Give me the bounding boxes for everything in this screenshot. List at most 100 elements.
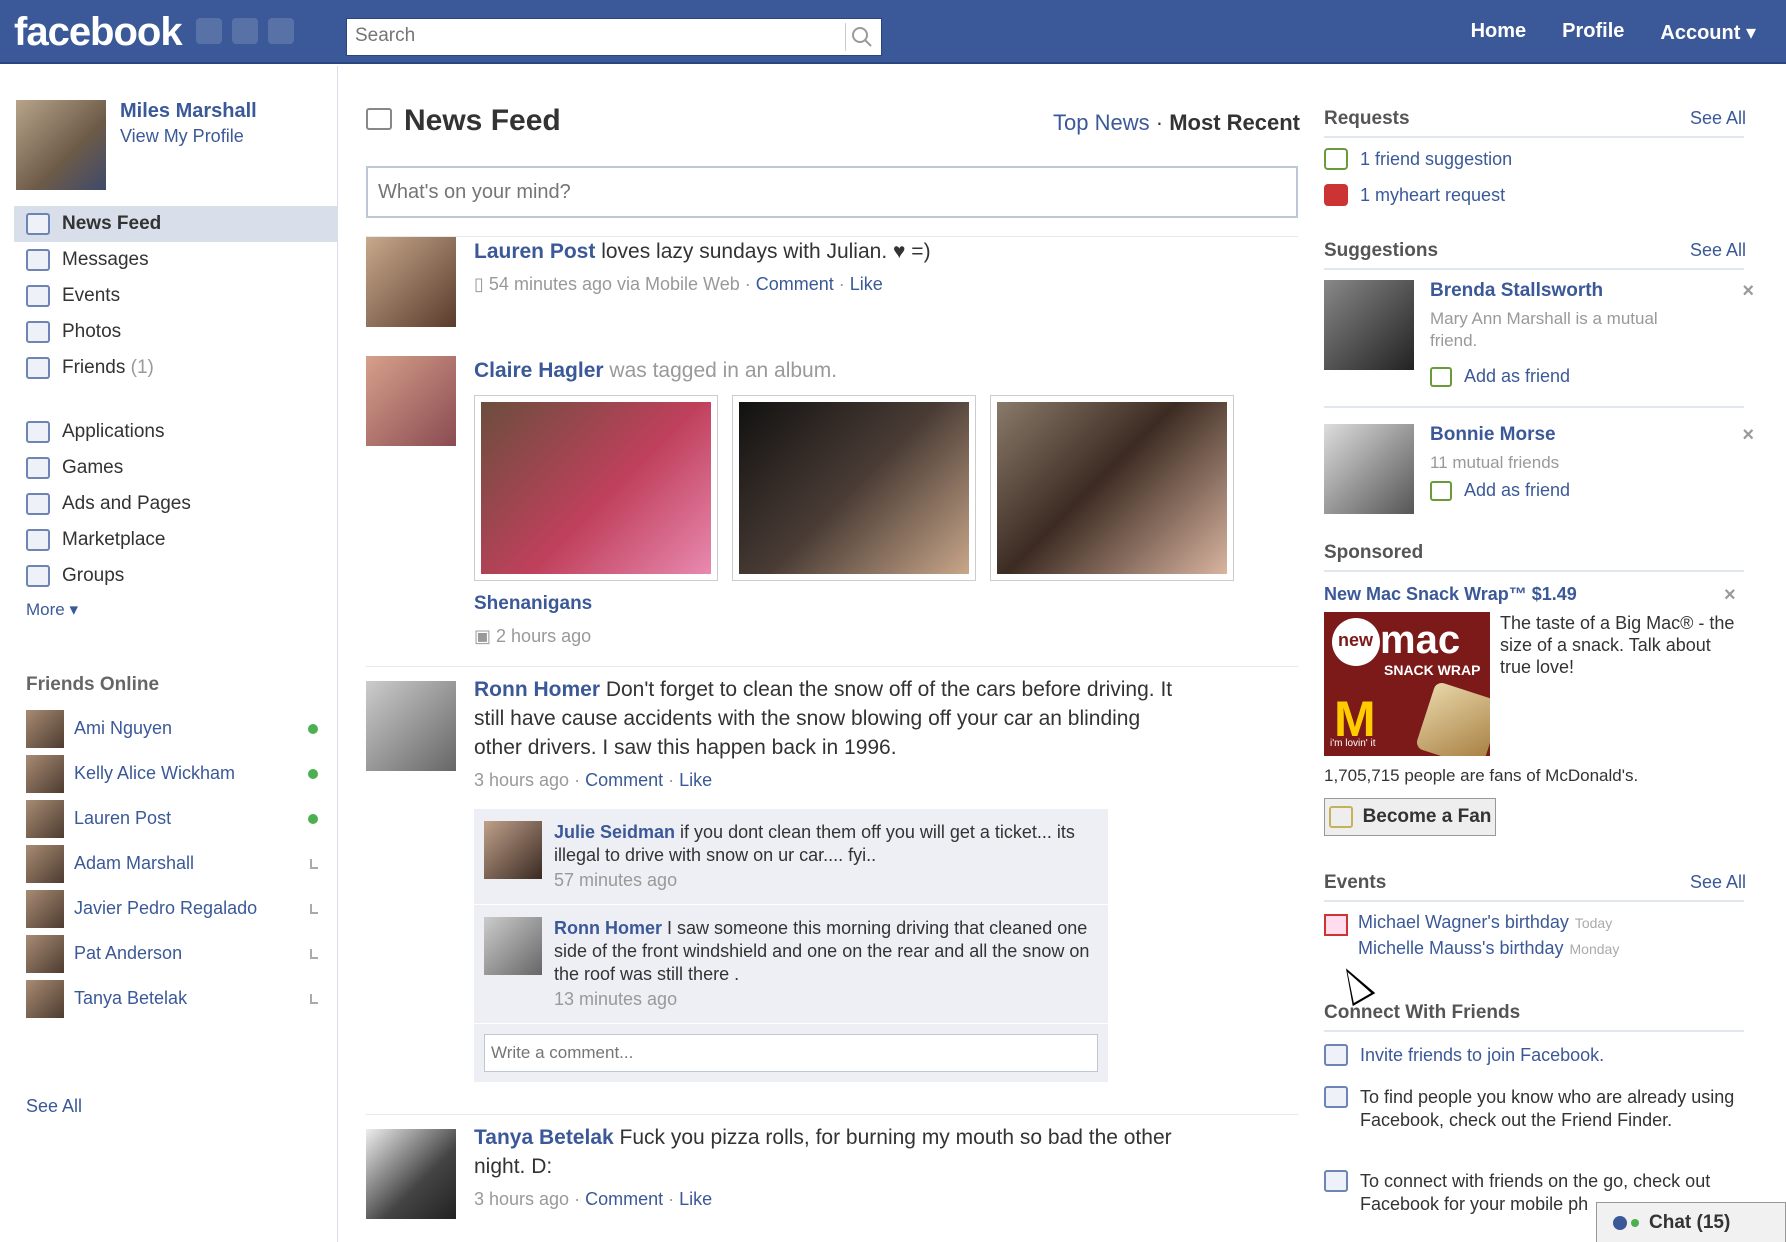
avatar[interactable] bbox=[1324, 424, 1414, 514]
top-news-link[interactable]: Top News bbox=[1053, 110, 1150, 135]
event-item[interactable]: Michelle Mauss's birthday Monday bbox=[1358, 938, 1619, 959]
see-all-friends-link[interactable]: See All bbox=[26, 1096, 82, 1117]
event-day: Monday bbox=[1569, 941, 1620, 957]
avatar[interactable] bbox=[366, 1129, 456, 1219]
home-link[interactable]: Home bbox=[1471, 20, 1527, 45]
comment-author[interactable]: Ronn Homer bbox=[554, 918, 662, 938]
online-friend[interactable]: Javier Pedro Regalado bbox=[26, 886, 326, 931]
sidebar-item-applications[interactable]: Applications bbox=[14, 414, 338, 450]
friend-suggestion-request[interactable]: 1 friend suggestion bbox=[1324, 148, 1512, 170]
sidebar-item-label: Messages bbox=[62, 249, 149, 270]
groups-icon bbox=[26, 565, 50, 587]
online-friend[interactable]: Pat Anderson bbox=[26, 931, 326, 976]
comment-link[interactable]: Comment bbox=[585, 770, 663, 790]
friend-finder-row[interactable]: To find people you know who are already … bbox=[1324, 1086, 1754, 1132]
sidebar-item-groups[interactable]: Groups bbox=[14, 558, 338, 594]
most-recent-link[interactable]: Most Recent bbox=[1169, 110, 1300, 135]
like-link[interactable]: Like bbox=[679, 1189, 712, 1209]
event-name: Michael Wagner's birthday bbox=[1358, 912, 1569, 932]
more-link[interactable]: More ▾ bbox=[14, 600, 338, 620]
comment-time: 57 minutes ago bbox=[554, 870, 678, 890]
messages-jewel-icon[interactable] bbox=[232, 18, 258, 44]
online-friend[interactable]: Lauren Post bbox=[26, 796, 326, 841]
main-feed: News Feed Top News · Most Recent Lauren … bbox=[340, 66, 1300, 1242]
avatar[interactable] bbox=[484, 917, 542, 975]
sidebar-item-ads-and-pages[interactable]: Ads and Pages bbox=[14, 486, 338, 522]
sidebar-item-news-feed[interactable]: News Feed bbox=[14, 206, 338, 242]
comment-link[interactable]: Comment bbox=[585, 1189, 663, 1209]
sidebar-item-events[interactable]: Events bbox=[14, 278, 338, 314]
add-friend-button[interactable]: Add as friend bbox=[1430, 366, 1570, 387]
event-item[interactable]: Michael Wagner's birthday Today bbox=[1358, 912, 1612, 933]
profile-name[interactable]: Miles Marshall bbox=[120, 100, 257, 123]
requests-see-all[interactable]: See All bbox=[1690, 108, 1746, 129]
sidebar-item-label: Friends bbox=[62, 357, 126, 378]
story-actor[interactable]: Claire Hagler bbox=[474, 359, 604, 382]
view-profile-link[interactable]: View My Profile bbox=[120, 126, 244, 147]
profile-link[interactable]: Profile bbox=[1562, 20, 1624, 45]
like-link[interactable]: Like bbox=[679, 770, 712, 790]
sidebar-item-photos[interactable]: Photos bbox=[14, 314, 338, 350]
sidebar-item-label: Groups bbox=[62, 565, 125, 586]
story-actor[interactable]: Lauren Post bbox=[474, 240, 595, 263]
photo-thumbnail[interactable] bbox=[474, 395, 718, 581]
news-feed-icon bbox=[366, 108, 392, 130]
avatar[interactable] bbox=[1324, 280, 1414, 370]
search-input[interactable] bbox=[347, 19, 827, 53]
become-fan-button[interactable]: Become a Fan bbox=[1324, 798, 1496, 836]
story-actor[interactable]: Ronn Homer bbox=[474, 678, 600, 701]
ad-image[interactable]: new mac SNACK WRAP M i'm lovin' it bbox=[1324, 612, 1490, 756]
events-see-all[interactable]: See All bbox=[1690, 872, 1746, 893]
myheart-request[interactable]: 1 myheart request bbox=[1324, 184, 1505, 206]
sidebar-item-messages[interactable]: Messages bbox=[14, 242, 338, 278]
friend-requests-icon[interactable] bbox=[196, 18, 222, 44]
online-friend[interactable]: Ami Nguyen bbox=[26, 706, 326, 751]
profile-avatar[interactable] bbox=[16, 100, 106, 190]
add-friend-button[interactable]: Add as friend bbox=[1430, 480, 1570, 501]
like-link[interactable]: Like bbox=[850, 274, 883, 294]
connect-text: Invite friends to join Facebook. bbox=[1360, 1045, 1605, 1065]
avatar[interactable] bbox=[366, 681, 456, 771]
avatar[interactable] bbox=[484, 821, 542, 879]
album-link[interactable]: Shenanigans bbox=[474, 589, 1234, 618]
suggestion-name[interactable]: Brenda Stallsworth bbox=[1430, 280, 1603, 302]
comment-link[interactable]: Comment bbox=[756, 274, 834, 294]
search-icon[interactable] bbox=[845, 23, 877, 51]
close-icon[interactable]: × bbox=[1724, 584, 1736, 607]
close-icon[interactable]: × bbox=[1742, 424, 1754, 447]
comment-author[interactable]: Julie Seidman bbox=[554, 822, 675, 842]
invite-friends-link[interactable]: Invite friends to join Facebook. bbox=[1324, 1044, 1754, 1067]
friends-count: (1) bbox=[130, 357, 154, 378]
request-label: 1 friend suggestion bbox=[1360, 148, 1513, 169]
status-input[interactable] bbox=[368, 168, 1296, 216]
invite-icon bbox=[1324, 1044, 1348, 1066]
account-menu[interactable]: Account ▾ bbox=[1660, 20, 1756, 45]
sidebar-item-games[interactable]: Games bbox=[14, 450, 338, 486]
avatar[interactable] bbox=[366, 237, 456, 327]
sidebar-item-friends[interactable]: Friends (1) bbox=[14, 350, 338, 386]
online-friend[interactable]: Tanya Betelak bbox=[26, 976, 326, 1021]
notifications-icon[interactable] bbox=[268, 18, 294, 44]
story-actor[interactable]: Tanya Betelak bbox=[474, 1126, 614, 1149]
comment-input[interactable] bbox=[484, 1034, 1098, 1072]
friend-finder-icon bbox=[1324, 1086, 1348, 1108]
chat-bar[interactable]: Chat (15) bbox=[1596, 1202, 1786, 1242]
album-thumbnails bbox=[474, 395, 1234, 581]
avatar[interactable] bbox=[366, 356, 456, 446]
divider bbox=[1324, 268, 1744, 270]
online-friend[interactable]: Adam Marshall bbox=[26, 841, 326, 886]
photo-thumbnail[interactable] bbox=[990, 395, 1234, 581]
suggestions-see-all[interactable]: See All bbox=[1690, 240, 1746, 261]
online-friend[interactable]: Kelly Alice Wickham bbox=[26, 751, 326, 796]
sidebar-item-marketplace[interactable]: Marketplace bbox=[14, 522, 338, 558]
ad-title[interactable]: New Mac Snack Wrap™ $1.49 bbox=[1324, 584, 1577, 605]
story-meta: 3 hours ago · Comment · Like bbox=[474, 770, 713, 790]
story-body: Tanya Betelak Fuck you pizza rolls, for … bbox=[474, 1123, 1214, 1214]
close-icon[interactable]: × bbox=[1742, 280, 1754, 303]
avatar bbox=[26, 754, 64, 793]
facebook-logo[interactable]: facebook bbox=[14, 10, 183, 55]
friend-name: Adam Marshall bbox=[74, 853, 195, 873]
story-meta: ▣ 2 hours ago bbox=[474, 622, 1234, 651]
photo-thumbnail[interactable] bbox=[732, 395, 976, 581]
suggestion-name[interactable]: Bonnie Morse bbox=[1430, 424, 1556, 446]
